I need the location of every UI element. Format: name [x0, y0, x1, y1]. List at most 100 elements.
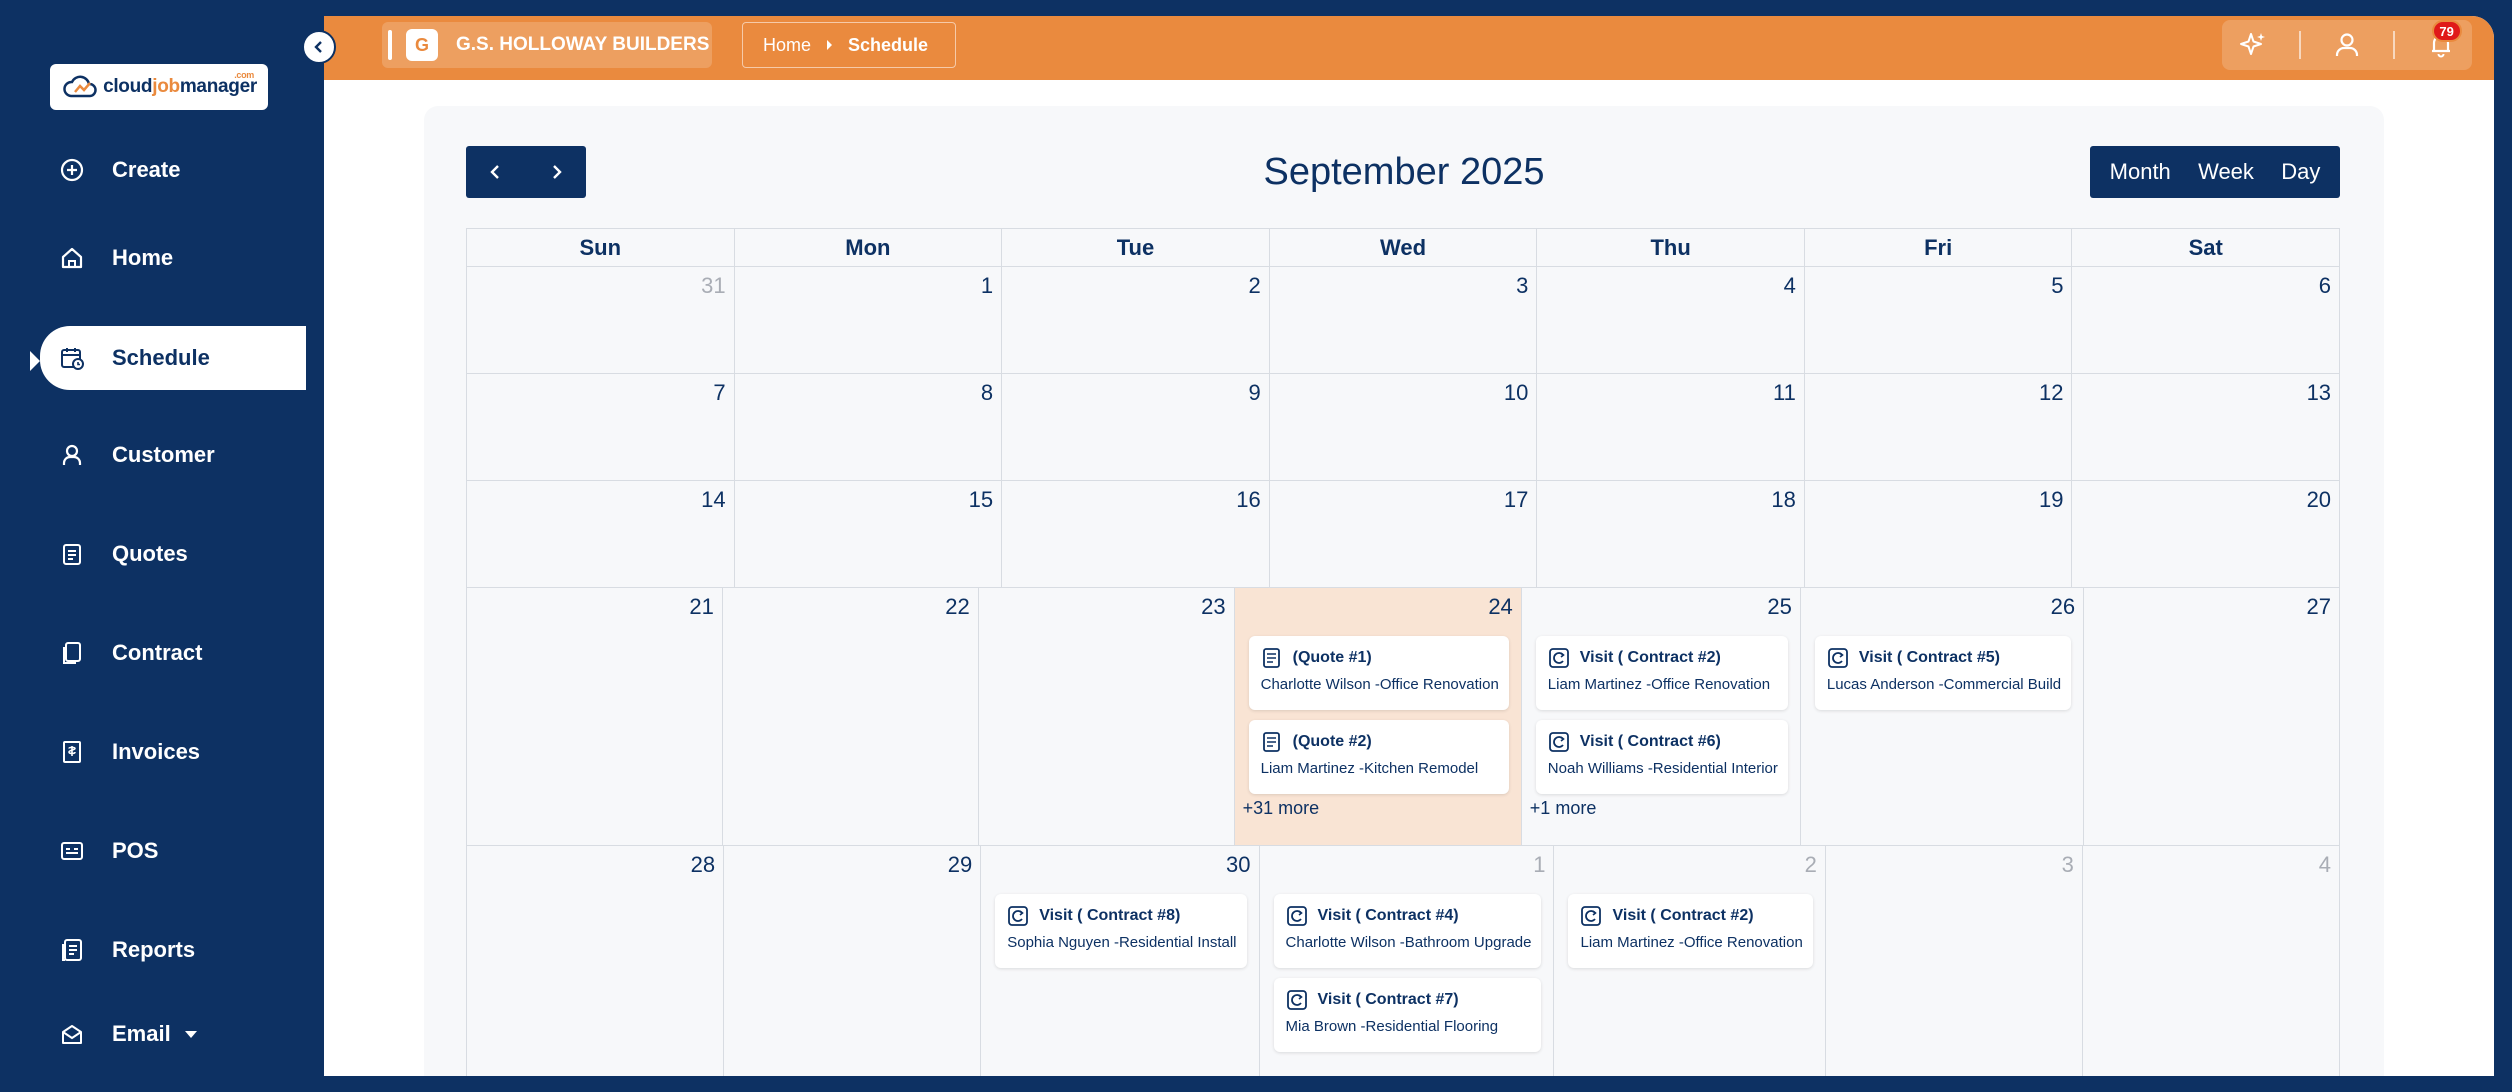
day-number[interactable]: 3	[1276, 273, 1531, 307]
sidebar-item-schedule[interactable]: Schedule	[40, 326, 306, 390]
calendar-day-cell[interactable]: 20	[2072, 481, 2341, 588]
calendar-day-cell[interactable]: 23	[978, 588, 1235, 846]
prev-month-button[interactable]	[466, 146, 526, 198]
sidebar-item-invoices[interactable]: Invoices	[58, 722, 324, 782]
more-events-link[interactable]: +1 more	[1528, 798, 1794, 819]
day-number[interactable]: 4	[2089, 852, 2333, 886]
sidebar-item-quotes[interactable]: Quotes	[58, 524, 324, 584]
calendar-day-cell[interactable]: 16	[1002, 481, 1270, 588]
day-number[interactable]: 29	[730, 852, 974, 886]
calendar-day-cell[interactable]: 1	[734, 267, 1003, 374]
day-number[interactable]: 19	[1811, 487, 2066, 521]
day-number[interactable]: 3	[1832, 852, 2076, 886]
day-number[interactable]: 22	[729, 594, 972, 628]
quote-event[interactable]: (Quote #2) Liam Martinez -Kitchen Remodel	[1248, 720, 1509, 794]
day-number[interactable]: 10	[1276, 380, 1531, 414]
calendar-day-cell[interactable]: 1 Visit ( Contract #4) Charlotte Wilson -B…	[1260, 846, 1555, 1076]
day-number[interactable]: 1	[1266, 852, 1548, 886]
day-number[interactable]: 25	[1528, 594, 1794, 628]
day-number[interactable]: 4	[1543, 273, 1798, 307]
calendar-day-cell[interactable]: 12	[1804, 374, 2073, 481]
calendar-day-cell[interactable]: 18	[1537, 481, 1805, 588]
visit-event[interactable]: Visit ( Contract #6) Noah Williams -Resid…	[1535, 720, 1788, 794]
calendar-day-cell[interactable]: 30 Visit ( Contract #8) Sophia Nguyen -Res…	[981, 846, 1260, 1076]
calendar-day-cell[interactable]: 4	[2083, 846, 2341, 1076]
calendar-day-cell[interactable]: 3	[1826, 846, 2083, 1076]
sidebar-item-create[interactable]: Create	[58, 140, 324, 200]
day-number[interactable]: 30	[987, 852, 1252, 886]
ai-sparkle-button[interactable]	[2236, 28, 2270, 62]
sidebar-item-contract[interactable]: Contract	[58, 623, 324, 683]
calendar-day-cell[interactable]: 4	[1537, 267, 1805, 374]
calendar-day-cell[interactable]: 27	[2084, 588, 2341, 846]
calendar-day-cell[interactable]: 29	[724, 846, 982, 1076]
next-month-button[interactable]	[526, 146, 586, 198]
calendar-day-cell[interactable]: 2 Visit ( Contract #2) Liam Martinez -Offi…	[1554, 846, 1826, 1076]
day-number[interactable]: 1	[741, 273, 996, 307]
calendar-day-cell[interactable]: 26 Visit ( Contract #5) Lucas Anderson -Co…	[1800, 588, 2085, 846]
calendar-day-cell[interactable]: 14	[467, 481, 735, 588]
day-number[interactable]: 26	[1807, 594, 2077, 628]
day-number[interactable]: 2	[1008, 273, 1263, 307]
calendar-day-cell[interactable]: 25 Visit ( Contract #2) Liam Martinez -Off…	[1521, 588, 1801, 846]
view-month-button[interactable]: Month	[2110, 159, 2171, 185]
calendar-day-cell[interactable]: 15	[734, 481, 1003, 588]
calendar-day-cell[interactable]: 28	[467, 846, 725, 1076]
day-number[interactable]: 9	[1008, 380, 1263, 414]
calendar-day-cell[interactable]: 9	[1002, 374, 1270, 481]
day-number[interactable]: 13	[2078, 380, 2333, 414]
day-number[interactable]: 6	[2078, 273, 2333, 307]
notifications-button[interactable]: 79	[2424, 20, 2462, 62]
calendar-day-cell[interactable]: 6	[2072, 267, 2341, 374]
day-number[interactable]: 5	[1811, 273, 2066, 307]
breadcrumb-home-link[interactable]: Home	[763, 35, 811, 56]
calendar-day-cell[interactable]: 17	[1269, 481, 1538, 588]
day-number[interactable]: 23	[985, 594, 1228, 628]
calendar-day-cell[interactable]: 19	[1804, 481, 2073, 588]
calendar-day-cell[interactable]: 11	[1537, 374, 1805, 481]
day-number[interactable]: 11	[1543, 380, 1798, 414]
calendar-day-cell[interactable]: 31	[467, 267, 735, 374]
day-number[interactable]: 16	[1008, 487, 1263, 521]
day-number[interactable]: 28	[473, 852, 717, 886]
app-logo[interactable]: cloud job manager .com	[50, 64, 268, 110]
calendar-day-cell[interactable]: 3	[1269, 267, 1538, 374]
sidebar-item-pos[interactable]: POS	[58, 821, 324, 881]
sidebar-item-reports[interactable]: Reports	[58, 920, 324, 980]
more-events-link[interactable]: +31 more	[1241, 798, 1515, 819]
view-day-button[interactable]: Day	[2281, 159, 2320, 185]
visit-event[interactable]: Visit ( Contract #4) Charlotte Wilson -Ba…	[1273, 894, 1542, 968]
view-week-button[interactable]: Week	[2198, 159, 2254, 185]
visit-event[interactable]: Visit ( Contract #8) Sophia Nguyen -Resid…	[995, 894, 1247, 968]
day-number[interactable]: 7	[473, 380, 728, 414]
day-number[interactable]: 27	[2090, 594, 2333, 628]
day-number[interactable]: 18	[1543, 487, 1798, 521]
calendar-day-cell[interactable]: 5	[1804, 267, 2073, 374]
sidebar-item-email[interactable]: Email	[58, 1004, 324, 1064]
calendar-day-cell[interactable]: 21	[467, 588, 723, 846]
calendar-day-cell[interactable]: 13	[2072, 374, 2341, 481]
sidebar-item-home[interactable]: Home	[58, 228, 324, 288]
day-number[interactable]: 14	[473, 487, 728, 521]
day-number[interactable]: 17	[1276, 487, 1531, 521]
sidebar-item-customer[interactable]: Customer	[58, 425, 324, 485]
profile-button[interactable]	[2330, 28, 2364, 62]
day-number[interactable]: 12	[1811, 380, 2066, 414]
calendar-day-cell[interactable]: 22	[722, 588, 979, 846]
day-number[interactable]: 24	[1241, 594, 1515, 628]
calendar-day-cell[interactable]: 10	[1269, 374, 1538, 481]
day-number[interactable]: 15	[741, 487, 996, 521]
day-number[interactable]: 8	[741, 380, 996, 414]
collapse-sidebar-button[interactable]	[302, 30, 336, 64]
day-number[interactable]: 31	[473, 273, 728, 307]
calendar-day-cell-today[interactable]: 24 (Quote #1) Charlotte Wilson -Office Ren…	[1234, 588, 1522, 846]
day-number[interactable]: 20	[2078, 487, 2333, 521]
company-switcher[interactable]: G G.S. HOLLOWAY BUILDERS	[382, 22, 712, 68]
day-number[interactable]: 2	[1560, 852, 1818, 886]
day-number[interactable]: 21	[473, 594, 716, 628]
visit-event[interactable]: Visit ( Contract #5) Lucas Anderson -Comm…	[1814, 636, 2072, 710]
calendar-day-cell[interactable]: 2	[1002, 267, 1270, 374]
visit-event[interactable]: Visit ( Contract #2) Liam Martinez -Offic…	[1535, 636, 1788, 710]
visit-event[interactable]: Visit ( Contract #2) Liam Martinez -Offic…	[1568, 894, 1813, 968]
quote-event[interactable]: (Quote #1) Charlotte Wilson -Office Renov…	[1248, 636, 1509, 710]
